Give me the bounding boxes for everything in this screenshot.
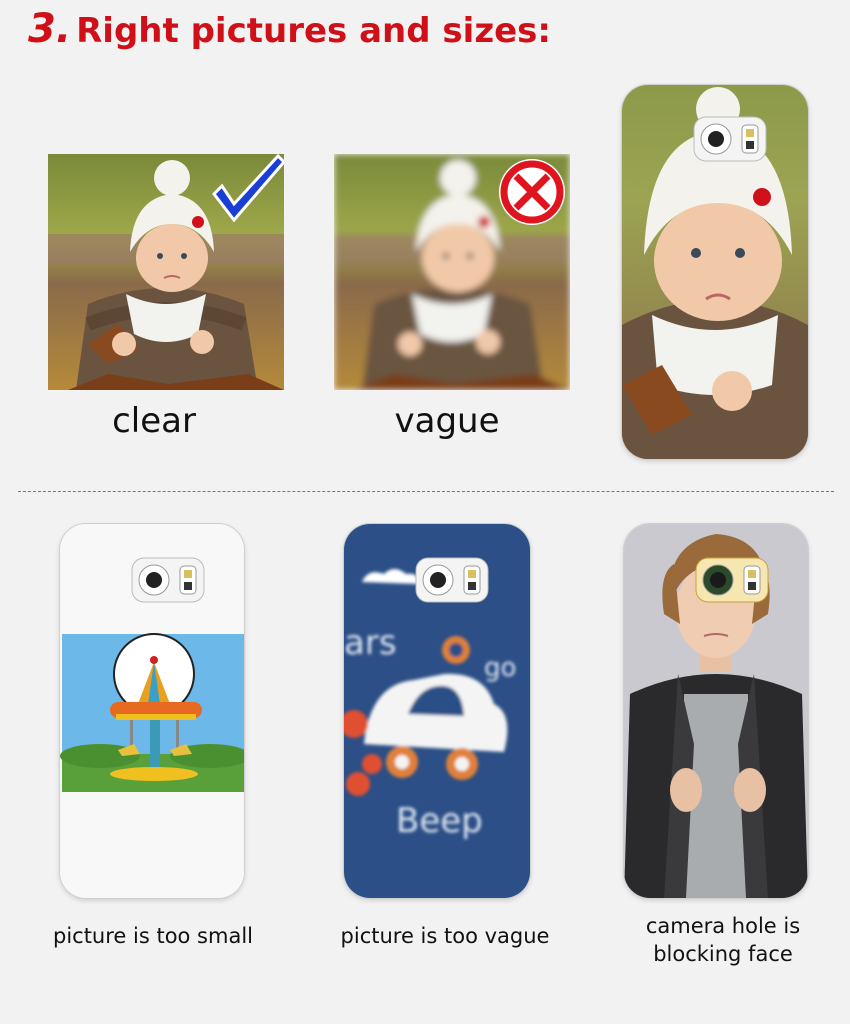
camera-hole xyxy=(695,557,769,603)
phone-case-blocked-face xyxy=(624,524,808,898)
vague-label: vague xyxy=(394,401,500,441)
clear-photo xyxy=(48,154,284,390)
blocked-face-label-line1: camera hole is xyxy=(645,914,801,938)
vague-photo xyxy=(334,154,570,390)
section-title: Right pictures and sizes: xyxy=(76,11,551,51)
phone-case-correct xyxy=(622,85,808,459)
cross-icon xyxy=(499,159,565,225)
camera-hole xyxy=(693,116,767,162)
section-number: 3. xyxy=(28,6,72,52)
camera-hole xyxy=(131,557,205,603)
blocked-face-label-line2: blocking face xyxy=(653,942,793,966)
section-divider xyxy=(18,491,834,492)
too-small-label: picture is too small xyxy=(52,924,253,948)
art-text-2: go xyxy=(484,653,516,683)
clear-label: clear xyxy=(112,401,196,441)
camera-hole xyxy=(415,557,489,603)
too-vague-label: picture is too vague xyxy=(340,924,550,948)
blocked-face-label: camera hole is blocking face xyxy=(610,912,836,968)
art-text-3: Beep xyxy=(396,801,483,841)
phone-case-too-vague: ars go Beep xyxy=(344,524,530,898)
art-text-1: ars xyxy=(344,623,397,663)
phone-case-too-small xyxy=(60,524,244,898)
section-heading: 3. Right pictures and sizes: xyxy=(28,6,551,52)
carousel-picture xyxy=(60,633,244,792)
